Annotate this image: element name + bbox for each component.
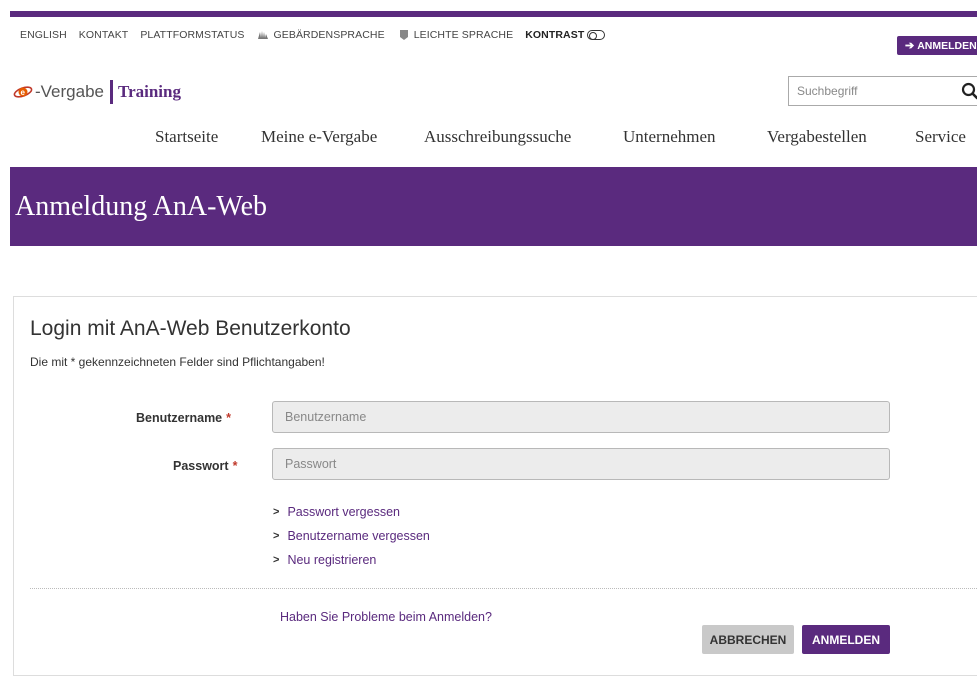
easy-language-label: LEICHTE SPRACHE [414, 29, 514, 41]
platform-status-link[interactable]: PLATTFORMSTATUS [140, 29, 244, 41]
login-panel [13, 296, 977, 676]
username-label-text: Benutzername [136, 411, 222, 425]
hand-icon [256, 29, 270, 41]
utility-nav: ENGLISH KONTAKT PLATTFORMSTATUS GEBÄRDEN… [20, 29, 617, 41]
contrast-label: KONTRAST [525, 29, 584, 41]
register-link[interactable]: > Neu registrieren [273, 548, 430, 572]
easy-language-link[interactable]: LEICHTE SPRACHE [397, 29, 514, 41]
divider [30, 588, 977, 589]
nav-item-home[interactable]: Startseite [155, 127, 218, 147]
password-label-text: Passwort [173, 459, 229, 473]
sign-language-link[interactable]: GEBÄRDENSPRACHE [256, 29, 384, 41]
password-field[interactable] [272, 448, 890, 480]
page-header-banner: Anmeldung AnA-Web [10, 167, 977, 246]
help-links: > Passwort vergessen > Benutzername verg… [273, 500, 430, 572]
sign-language-label: GEBÄRDENSPRACHE [273, 29, 384, 41]
password-label: Passwort * [173, 459, 237, 473]
nav-item-companies[interactable]: Unternehmen [623, 127, 716, 147]
search-icon[interactable] [961, 82, 977, 100]
site-logo[interactable]: e -Vergabe Training [12, 80, 181, 104]
contrast-toggle[interactable]: KONTRAST [525, 29, 605, 41]
toggle-icon [587, 30, 605, 40]
svg-text:e: e [21, 88, 26, 97]
required-mark: * [233, 459, 238, 473]
contact-link[interactable]: KONTAKT [79, 29, 129, 41]
logo-separator [110, 80, 113, 104]
easy-language-icon [397, 29, 411, 41]
submit-login-button[interactable]: ANMELDEN [802, 625, 890, 654]
forgot-username-label: Benutzername vergessen [287, 529, 429, 543]
required-mark: * [226, 411, 231, 425]
cancel-button[interactable]: ABBRECHEN [702, 625, 794, 654]
chevron-right-icon: > [273, 554, 279, 566]
logo-vergabe-text: -Vergabe [35, 82, 104, 102]
page-title: Anmeldung AnA-Web [15, 191, 267, 223]
nav-item-tender-search[interactable]: Ausschreibungssuche [424, 127, 571, 147]
username-field[interactable] [272, 401, 890, 433]
forgot-username-link[interactable]: > Benutzername vergessen [273, 524, 430, 548]
nav-item-contracting-authorities[interactable]: Vergabestellen [767, 127, 867, 147]
chevron-right-icon: > [273, 506, 279, 518]
sign-in-icon: ➔ [905, 39, 914, 52]
register-label: Neu registrieren [287, 553, 376, 567]
username-label: Benutzername * [136, 411, 231, 425]
forgot-password-label: Passwort vergessen [287, 505, 400, 519]
header-login-label: ANMELDEN [917, 40, 977, 52]
english-link[interactable]: ENGLISH [20, 29, 67, 41]
search-input[interactable] [789, 83, 949, 99]
logo-training-text: Training [118, 82, 181, 102]
header-login-button[interactable]: ➔ ANMELDEN [897, 36, 977, 55]
nav-item-my-evergabe[interactable]: Meine e-Vergabe [261, 127, 377, 147]
form-title: Login mit AnA-Web Benutzerkonto [30, 317, 351, 341]
nav-item-service[interactable]: Service [915, 127, 966, 147]
chevron-right-icon: > [273, 530, 279, 542]
top-accent-bar [10, 11, 977, 17]
login-problems-link[interactable]: Haben Sie Probleme beim Anmelden? [280, 610, 492, 624]
e-logo-icon: e [12, 84, 34, 100]
forgot-password-link[interactable]: > Passwort vergessen [273, 500, 430, 524]
required-fields-note: Die mit * gekennzeichneten Felder sind P… [30, 355, 325, 369]
search-box [788, 76, 977, 106]
